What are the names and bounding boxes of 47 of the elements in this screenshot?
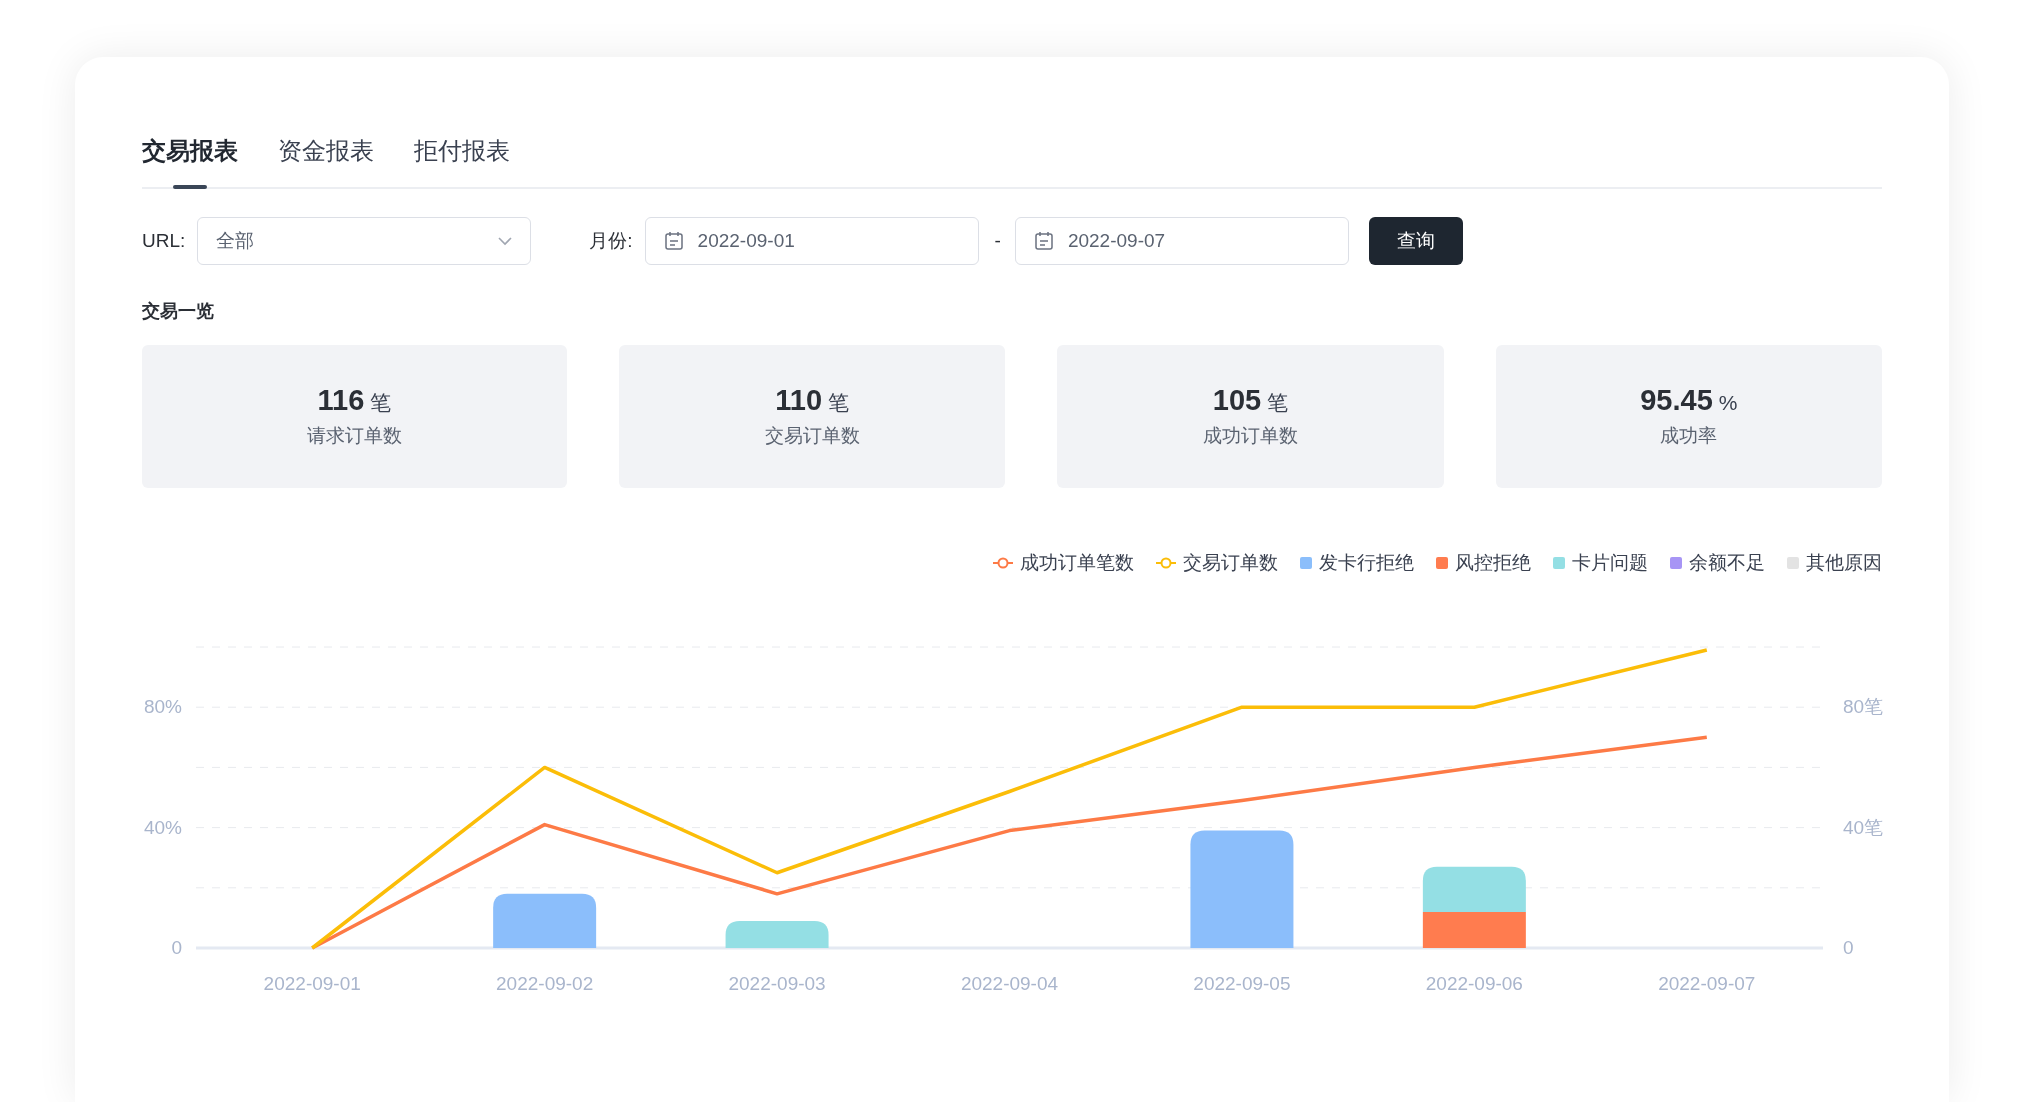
stat-value: 110	[775, 384, 823, 417]
x-axis-label: 2022-09-05	[1193, 973, 1291, 994]
stat-unit: 笔	[828, 390, 850, 416]
url-label: URL:	[142, 230, 186, 252]
date-separator: -	[994, 230, 1001, 252]
legend-item[interactable]: 成功订单笔数	[993, 550, 1134, 576]
stat-value: 116	[317, 384, 365, 417]
x-axis-label: 2022-09-02	[496, 973, 594, 994]
legend-item[interactable]: 余额不足	[1670, 550, 1765, 576]
section-title: 交易一览	[142, 300, 215, 323]
y-axis-label: 0	[171, 937, 182, 958]
calendar-icon	[1033, 231, 1054, 251]
stat-label: 成功订单数	[1203, 424, 1298, 448]
chevron-down-icon	[498, 236, 513, 246]
report-tab[interactable]: 资金报表	[278, 135, 374, 187]
y-axis-label: 0	[1843, 937, 1854, 958]
legend-item[interactable]: 发卡行拒绝	[1300, 550, 1414, 576]
stat-label: 请求订单数	[307, 424, 402, 448]
legend-item[interactable]: 卡片问题	[1553, 550, 1648, 576]
x-axis-label: 2022-09-01	[263, 973, 361, 994]
legend-item[interactable]: 其他原因	[1787, 550, 1882, 576]
y-axis-label: 80%	[143, 696, 182, 718]
report-tab[interactable]: 交易报表	[142, 135, 238, 187]
date-field[interactable]: 2022-09-01	[644, 217, 979, 265]
x-axis-label: 2022-09-04	[960, 973, 1059, 994]
month-label: 月份:	[589, 229, 633, 253]
report-tab[interactable]: 拒付报表	[414, 135, 510, 187]
stat-unit: 笔	[370, 390, 392, 416]
stat-value: 95.45	[1640, 384, 1713, 417]
stat-unit: %	[1718, 391, 1738, 415]
query-button[interactable]: 查询	[1368, 217, 1463, 265]
y-axis-label: 40%	[143, 816, 182, 838]
stat-label: 交易订单数	[764, 424, 860, 448]
legend-item[interactable]: 风控拒绝	[1436, 550, 1531, 576]
stat-label: 成功率	[1660, 424, 1718, 448]
x-axis-label: 2022-09-03	[728, 973, 826, 994]
date-field[interactable]: 2022-09-07	[1014, 217, 1349, 265]
y-axis-label: 40笔	[1843, 816, 1884, 838]
url-select[interactable]: 全部	[197, 217, 532, 265]
y-axis-label: 80笔	[1843, 696, 1884, 718]
stat-unit: 笔	[1267, 390, 1289, 416]
stat-value: 105	[1212, 384, 1262, 417]
legend-item[interactable]: 交易订单数	[1156, 550, 1278, 576]
x-axis-label: 2022-09-06	[1425, 973, 1523, 994]
calendar-icon	[663, 231, 684, 251]
x-axis-label: 2022-09-07	[1658, 973, 1756, 994]
url-value: 全部	[216, 229, 255, 253]
